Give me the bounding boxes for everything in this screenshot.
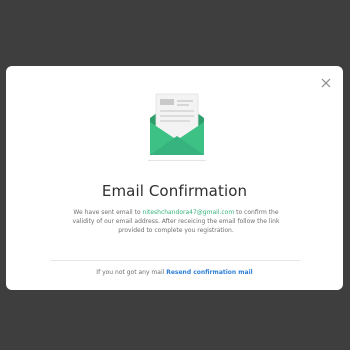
dialog-title: Email Confirmation	[101, 182, 248, 200]
divider	[50, 260, 300, 261]
resend-confirmation-link[interactable]: Resend confirmation mail	[166, 269, 252, 276]
email-envelope-icon	[146, 92, 208, 162]
footer-text: If you not got any mail	[96, 269, 165, 276]
email-confirmation-dialog: Email Confirmation We have sent email to…	[6, 66, 343, 290]
close-icon	[321, 78, 331, 88]
dialog-footer: If you not got any mail Resend confirmat…	[6, 269, 343, 276]
dialog-message: We have sent email to niteshchandora47@g…	[66, 208, 286, 235]
close-button[interactable]	[319, 75, 333, 89]
message-prefix: We have sent email to	[73, 209, 141, 216]
email-address: niteshchandora47@gmail.com	[142, 209, 235, 216]
